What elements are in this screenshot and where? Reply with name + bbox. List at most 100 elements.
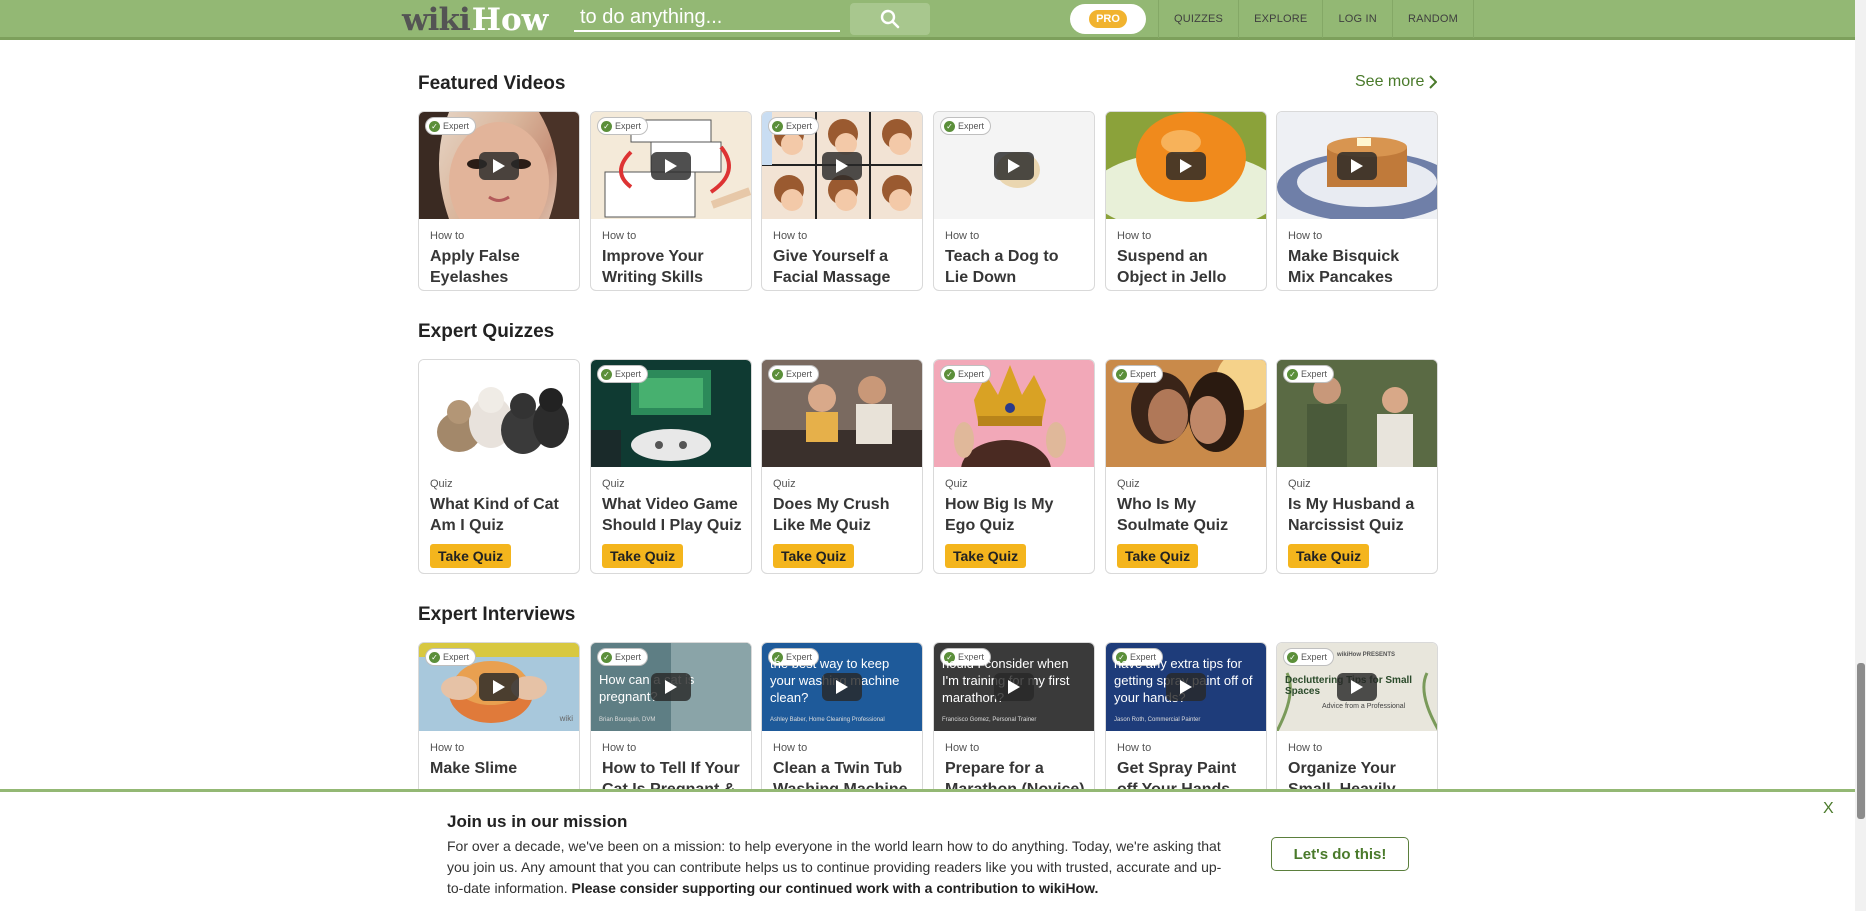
play-icon <box>1180 158 1192 173</box>
quiz-thumbnail: ✓ Expert <box>591 360 751 467</box>
interview-card[interactable]: ✓ Expert wiki How to Make Slime <box>418 642 580 802</box>
quiz-thumbnail: ✓ Expert <box>762 360 922 467</box>
interview-card[interactable]: ✓ Expert How can a cat is pregnant? Brian… <box>590 642 752 802</box>
donation-banner: Join us in our mission For over a decade… <box>0 789 1855 911</box>
interview-thumbnail: ✓ Expert wiki <box>419 643 579 731</box>
card-title: Is My Husband a Narcissist Quiz <box>1288 496 1415 534</box>
kittens-photo <box>437 387 569 454</box>
video-card[interactable]: ✓ Expert How to Apply False Eyelashes <box>418 111 580 291</box>
interview-card[interactable]: ✓ Expert have any extra tips for getting … <box>1105 642 1267 802</box>
card-kicker: How to <box>602 230 637 242</box>
play-icon <box>1008 680 1020 694</box>
play-button[interactable] <box>1166 151 1206 180</box>
card-kicker: How to <box>773 742 808 754</box>
watermark-text: wiki <box>559 714 573 723</box>
expert-quizzes-heading: Expert Quizzes <box>418 321 555 342</box>
expert-badge: ✓ Expert <box>597 365 649 383</box>
expert-badge: ✓ Expert <box>1283 648 1335 666</box>
play-icon <box>1008 158 1020 173</box>
take-quiz-button[interactable]: Take Quiz <box>602 544 684 568</box>
play-button[interactable] <box>651 151 691 180</box>
presents-label: wikiHow PRESENTS <box>1337 652 1396 658</box>
interview-card[interactable]: ✓ Expert hould I consider when I'm traini… <box>933 642 1095 802</box>
card-title: Teach a Dog to Lie Down <box>945 248 1059 286</box>
card-kicker: How to <box>602 742 637 754</box>
video-card[interactable]: ✓ Expert How to Improve Your Writing Skil… <box>590 111 752 291</box>
nav-quizzes[interactable]: QUIZZES <box>1158 0 1238 38</box>
card-kicker: How to <box>430 742 465 754</box>
play-button[interactable] <box>994 673 1034 701</box>
expert-badge: ✓ Expert <box>425 117 477 135</box>
video-card[interactable]: How to Suspend an Object in Jello <box>1105 111 1267 291</box>
interview-card[interactable]: ✓Expert wikiHow PRESENTS Decluttering Ti… <box>1276 642 1438 802</box>
close-banner-button[interactable]: X <box>1823 800 1834 818</box>
expert-badge: ✓ Expert <box>768 365 820 383</box>
quiz-thumbnail: ✓ Expert <box>1106 360 1266 467</box>
take-quiz-button[interactable]: Take Quiz <box>1117 544 1199 568</box>
play-button[interactable] <box>479 673 519 701</box>
nav-explore[interactable]: EXPLORE <box>1238 0 1322 38</box>
card-title: Does My Crush Like Me Quiz <box>773 496 890 534</box>
take-quiz-button[interactable]: Take Quiz <box>430 544 512 568</box>
card-kicker: How to <box>945 742 980 754</box>
expert-badge: ✓ Expert <box>940 365 992 383</box>
see-more-link[interactable]: See more <box>1355 73 1438 91</box>
interview-thumbnail: ✓ Expert have any extra tips for getting … <box>1106 643 1266 731</box>
video-thumbnail: ✓ Expert <box>591 112 751 219</box>
play-button[interactable] <box>994 151 1034 180</box>
play-button[interactable] <box>1337 673 1377 701</box>
quiz-card[interactable]: ✓ Expert Quiz Does My Crush Like Me Quiz … <box>761 359 923 574</box>
card-kicker: How to <box>1288 230 1323 242</box>
quiz-card[interactable]: ✓ Expert Quiz What Video Game Should I Pl… <box>590 359 752 574</box>
expert-badge: ✓ Expert <box>597 648 649 666</box>
take-quiz-button[interactable]: Take Quiz <box>773 544 855 568</box>
quiz-card[interactable]: Quiz What Kind of Cat Am I Quiz Take Qui… <box>418 359 580 574</box>
quiz-card[interactable]: ✓ Expert Quiz Who Is My Soulmate Quiz Tak… <box>1105 359 1267 574</box>
card-kicker: How to <box>945 230 980 242</box>
card-kicker: Quiz <box>1117 478 1140 490</box>
nav-random[interactable]: RANDOM <box>1391 0 1475 38</box>
search-icon <box>880 9 900 29</box>
expert-badge: ✓ Expert <box>597 117 649 135</box>
quiz-card[interactable]: ✓ Expert Quiz Is My Husband a Narcissist … <box>1276 359 1438 574</box>
quiz-thumbnail <box>419 360 579 467</box>
nav-log-in[interactable]: LOG IN <box>1322 0 1392 38</box>
play-button[interactable] <box>651 673 691 701</box>
play-icon <box>836 680 848 694</box>
video-thumbnail <box>1106 112 1266 219</box>
wikihow-logo[interactable]: wiki How <box>402 2 548 38</box>
pro-button[interactable]: PRO <box>1070 4 1146 34</box>
search-button[interactable] <box>850 3 930 35</box>
overlay-expert: Ashley Baber, Home Cleaning Professional <box>770 717 885 723</box>
play-icon <box>1351 158 1363 173</box>
video-thumbnail: ✓ Expert <box>762 112 922 219</box>
play-button[interactable] <box>1166 673 1206 701</box>
quiz-thumbnail: ✓ Expert <box>1277 360 1437 467</box>
video-card[interactable]: ✓ Expert How to Teach a Dog to Lie Down <box>933 111 1095 291</box>
interview-card[interactable]: ✓Expert the best way to keep your washin… <box>761 642 923 802</box>
play-button[interactable] <box>822 151 862 180</box>
expert-interviews-heading: Expert Interviews <box>418 604 576 625</box>
donate-button[interactable]: Let's do this! <box>1271 837 1409 871</box>
card-kicker: How to <box>430 230 465 242</box>
logo-wiki-text: wiki <box>402 2 471 38</box>
card-title: Suspend an Object in Jello <box>1117 248 1227 286</box>
play-icon <box>665 680 677 694</box>
card-kicker: How to <box>1288 742 1323 754</box>
expert-badge: ✓ Expert <box>940 117 992 135</box>
play-icon <box>836 158 848 173</box>
quiz-card[interactable]: ✓ Expert Quiz How Big Is My Ego Quiz Take… <box>933 359 1095 574</box>
scrollbar-thumb[interactable] <box>1857 663 1865 819</box>
play-button[interactable] <box>1337 151 1377 180</box>
interview-thumbnail: ✓ Expert hould I consider when I'm traini… <box>934 643 1094 731</box>
search-input[interactable] <box>574 5 840 32</box>
video-card[interactable]: ✓ Expert How to Give Yourself a Facial Ma… <box>761 111 923 291</box>
play-button[interactable] <box>479 151 519 180</box>
video-card[interactable]: How to Make Bisquick Mix Pancakes <box>1276 111 1438 291</box>
video-thumbnail: ✓ Expert <box>419 112 579 219</box>
take-quiz-button[interactable]: Take Quiz <box>945 544 1027 568</box>
banner-text: For over a decade, we've been on a missi… <box>447 836 1227 899</box>
play-icon <box>665 158 677 173</box>
take-quiz-button[interactable]: Take Quiz <box>1288 544 1370 568</box>
play-button[interactable] <box>822 673 862 701</box>
